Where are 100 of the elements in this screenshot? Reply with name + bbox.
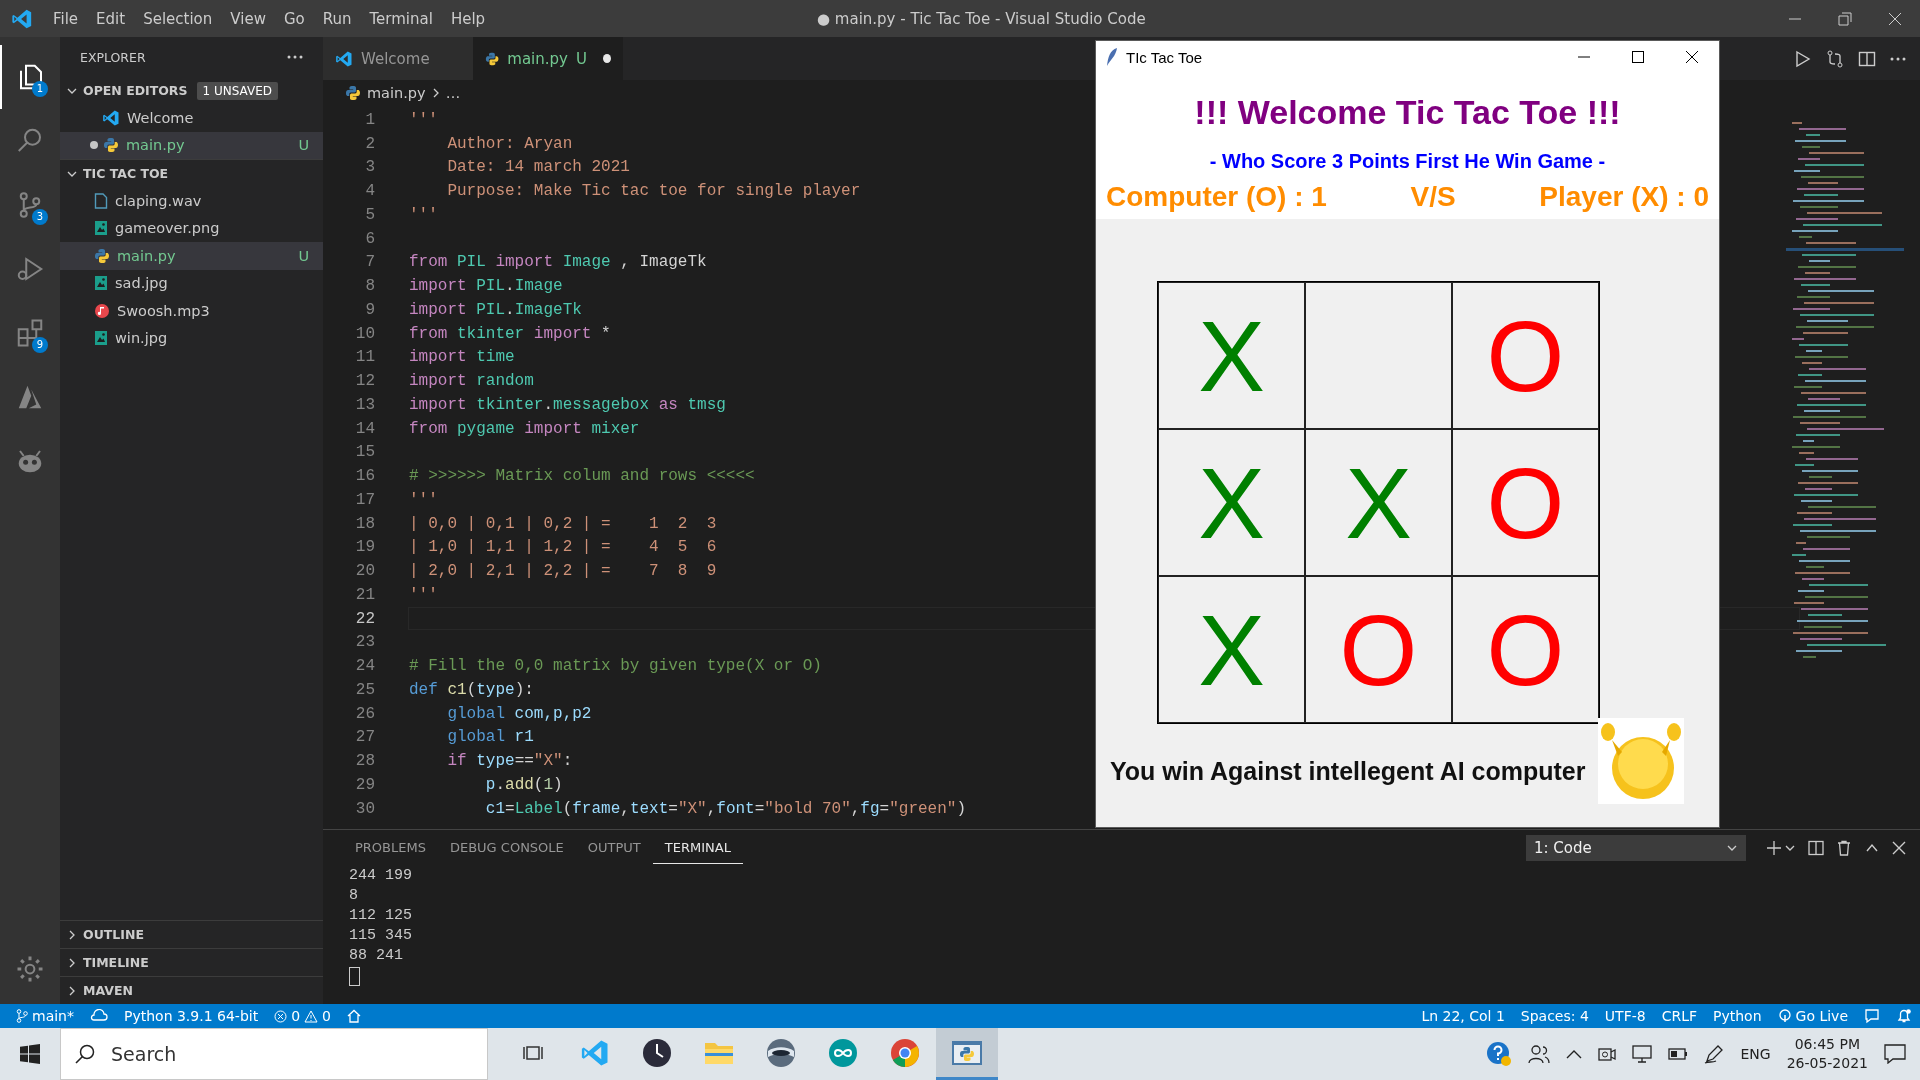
menu-item[interactable]: Go xyxy=(274,9,314,28)
board-cell[interactable]: O xyxy=(1305,576,1452,723)
restore-icon[interactable] xyxy=(1838,11,1852,26)
more-icon[interactable] xyxy=(1890,56,1906,61)
encoding-status[interactable]: UTF-8 xyxy=(1604,1008,1646,1024)
section-header[interactable]: MAVEN xyxy=(83,983,133,998)
battery-icon[interactable] xyxy=(1668,1048,1689,1060)
menu-item[interactable]: Edit xyxy=(87,9,135,28)
tree-item[interactable]: main.py U xyxy=(60,242,323,270)
breadcrumb-item[interactable]: main.py xyxy=(367,85,426,101)
home-icon[interactable] xyxy=(347,1009,361,1023)
file-name: claping.wav xyxy=(115,192,202,209)
code-line: | 2,0 | 2,1 | 2,2 | = 7 8 9 xyxy=(409,562,717,581)
tree-item[interactable]: Swoosh.mp3 xyxy=(60,297,323,325)
line-number: 5 xyxy=(364,205,375,224)
clock-icon[interactable] xyxy=(641,1036,673,1069)
section-header[interactable]: OPEN EDITORS xyxy=(83,83,188,98)
menu-item[interactable]: View xyxy=(221,9,275,28)
line-number: 1 xyxy=(364,110,375,129)
open-editor-item[interactable]: Welcome xyxy=(60,104,323,132)
code-line: def c1(type): xyxy=(409,680,534,699)
indentation-status[interactable]: Spaces: 4 xyxy=(1520,1008,1589,1024)
editor-tab[interactable]: Welcome xyxy=(323,37,473,80)
help-icon[interactable] xyxy=(1486,1041,1513,1067)
run-icon[interactable] xyxy=(1794,49,1812,68)
run-debug-icon[interactable] xyxy=(15,254,45,284)
warning-count[interactable]: 0 xyxy=(322,1008,331,1024)
clock[interactable]: 06:45 PM 26-05-2021 xyxy=(1786,1035,1868,1073)
panel-tab[interactable]: DEBUG CONSOLE xyxy=(437,832,576,864)
board-cell[interactable]: X xyxy=(1158,282,1305,429)
menu-item[interactable]: Run xyxy=(313,9,361,28)
menu-item[interactable]: Help xyxy=(441,9,495,28)
game-subtitle: - Who Score 3 Points First He Win Game - xyxy=(1209,150,1606,173)
section-header[interactable]: TIC TAC TOE xyxy=(83,166,169,181)
chrome-icon[interactable] xyxy=(890,1037,920,1068)
add-terminal-icon[interactable] xyxy=(1766,840,1796,856)
python-icon xyxy=(103,137,119,154)
panel-tab[interactable]: PROBLEMS xyxy=(343,832,438,864)
panel-tab[interactable]: OUTPUT xyxy=(575,832,653,864)
board-cell[interactable]: X xyxy=(1158,576,1305,723)
maximize-icon[interactable] xyxy=(1631,50,1645,64)
menu-item[interactable]: File xyxy=(44,9,88,28)
board-cell[interactable]: O xyxy=(1452,576,1599,723)
tree-item[interactable]: sad.jpg xyxy=(60,269,323,297)
caret-up-icon[interactable] xyxy=(1566,1049,1583,1059)
people-icon[interactable] xyxy=(1528,1044,1551,1064)
line-number: 22 xyxy=(354,609,375,628)
sync-icon[interactable] xyxy=(90,1009,108,1023)
image-file-icon xyxy=(94,330,108,347)
windows-start-icon[interactable] xyxy=(20,1044,40,1064)
code-line: Author: Aryan xyxy=(446,134,573,153)
go-live-button[interactable]: Go Live xyxy=(1777,1008,1848,1024)
pen-icon[interactable] xyxy=(1704,1044,1725,1064)
menu-item[interactable]: Terminal xyxy=(360,9,442,28)
board-cell[interactable]: O xyxy=(1452,282,1599,429)
error-count[interactable]: 0 xyxy=(291,1008,301,1024)
tree-item[interactable]: gameover.png xyxy=(60,214,323,242)
close-icon[interactable] xyxy=(1685,50,1699,64)
infinity-icon[interactable] xyxy=(827,1036,859,1069)
broadcast-icon xyxy=(1777,1009,1792,1023)
trash-icon[interactable] xyxy=(1836,840,1852,856)
input-language[interactable]: ENG xyxy=(1740,1046,1771,1062)
settings-icon[interactable] xyxy=(15,954,45,984)
panel-tab[interactable]: TERMINAL xyxy=(652,832,743,864)
monitor-icon[interactable] xyxy=(1632,1045,1653,1063)
tree-item[interactable]: claping.wav xyxy=(60,187,323,215)
camera-icon[interactable] xyxy=(1598,1046,1617,1062)
extensions-icon[interactable] xyxy=(15,318,45,348)
tree-item[interactable]: win.jpg xyxy=(60,324,323,352)
code-line: from tkinter import * xyxy=(409,324,611,343)
cursor-position[interactable]: Ln 22, Col 1 xyxy=(1421,1008,1505,1024)
board-cell[interactable]: O xyxy=(1452,429,1599,576)
board-cell[interactable]: X xyxy=(1305,429,1452,576)
bell-icon[interactable] xyxy=(1896,1008,1912,1024)
breadcrumb-item[interactable]: … xyxy=(445,85,461,101)
open-editor-item[interactable]: main.py U xyxy=(60,131,323,159)
python-window-icon[interactable] xyxy=(951,1038,983,1067)
split-editor-icon[interactable] xyxy=(1858,49,1876,68)
language-status[interactable]: Python xyxy=(1713,1008,1762,1024)
search-field[interactable]: Search xyxy=(60,1028,488,1080)
section-header[interactable]: TIMELINE xyxy=(83,955,149,970)
line-number: 13 xyxy=(354,395,375,414)
editor-tab[interactable]: main.py U xyxy=(473,37,623,80)
notification-icon[interactable] xyxy=(1884,1044,1906,1064)
globe-icon[interactable] xyxy=(765,1036,797,1069)
line-ending-status[interactable]: CRLF xyxy=(1661,1008,1697,1024)
compare-changes-icon[interactable] xyxy=(1826,49,1844,68)
branch-status[interactable]: main* xyxy=(16,1008,74,1024)
image-file-icon xyxy=(94,275,108,292)
python-icon xyxy=(485,50,500,67)
split-terminal-icon[interactable] xyxy=(1808,840,1824,856)
section-header[interactable]: OUTLINE xyxy=(83,927,144,942)
menu-item[interactable]: Selection xyxy=(134,9,222,28)
board-cell[interactable]: X xyxy=(1158,429,1305,576)
terminal-dropdown[interactable]: 1: Code xyxy=(1526,835,1746,861)
interpreter-status[interactable]: Python 3.9.1 64-bit xyxy=(124,1008,259,1024)
board-cell[interactable] xyxy=(1305,282,1452,429)
more-icon[interactable] xyxy=(287,55,303,59)
feedback-icon[interactable] xyxy=(1864,1008,1880,1024)
code-line: # >>>>>> Matrix colum and rows <<<<< xyxy=(409,467,755,486)
